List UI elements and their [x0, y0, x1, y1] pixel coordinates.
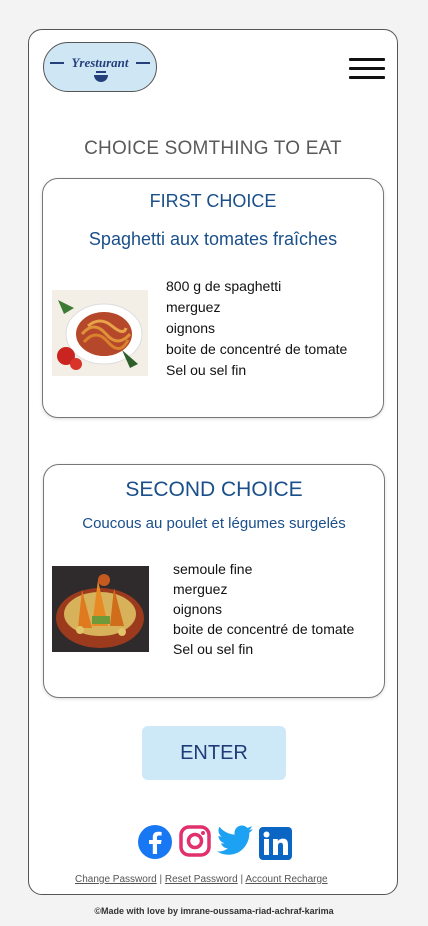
reset-password-link[interactable]: Reset Password	[165, 874, 238, 885]
ingredient-item: oignons	[166, 320, 216, 336]
ingredient-item: merguez	[173, 581, 228, 597]
instagram-icon[interactable]	[178, 824, 212, 858]
credit-text: ©Made with love by imrane-oussama-riad-a…	[94, 906, 334, 916]
account-recharge-link[interactable]: Account Recharge	[245, 874, 327, 885]
ingredient-list: 800 g de spaghetti merguez oignons boite…	[166, 276, 347, 381]
ingredient-item: merguez	[166, 299, 221, 315]
page-heading: CHOICE SOMTHING TO EAT	[84, 138, 342, 159]
restaurant-logo[interactable]: Yresturant	[43, 42, 157, 92]
app-frame: Yresturant CHOICE SOMTHING TO EAT FIRST …	[28, 29, 398, 895]
logo-text: Yresturant	[71, 55, 129, 70]
link-separator: |	[240, 874, 244, 885]
ingredient-item: oignons	[173, 601, 223, 617]
menu-bar	[349, 67, 385, 70]
twitter-icon[interactable]	[217, 824, 255, 858]
menu-bar	[349, 76, 385, 79]
link-separator: |	[159, 874, 163, 885]
ingredient-item: 800 g de spaghetti	[166, 278, 282, 294]
choice-title: FIRST CHOICE	[149, 191, 277, 211]
ingredient-item: boite de concentré de tomate	[166, 341, 348, 357]
menu-bar	[349, 58, 385, 61]
facebook-icon[interactable]	[137, 824, 173, 860]
enter-button[interactable]: ENTER	[142, 726, 286, 780]
dish-name: Spaghetti aux tomates fraîches	[88, 229, 338, 249]
ingredient-list: semoule fine merguez oignons boite de co…	[173, 559, 354, 659]
ingredient-item: semoule fine	[173, 561, 253, 577]
ingredient-item: Sel ou sel fin	[166, 362, 247, 378]
first-choice-card[interactable]: FIRST CHOICE Spaghetti aux tomates fraîc…	[42, 178, 384, 418]
second-choice-card[interactable]: SECOND CHOICE Coucous au poulet et légum…	[43, 464, 385, 698]
ingredient-item: boite de concentré de tomate	[173, 621, 355, 637]
bowl-icon	[94, 75, 108, 82]
change-password-link[interactable]: Change Password	[75, 874, 157, 885]
hamburger-menu-icon[interactable]	[349, 58, 385, 82]
ingredient-item: Sel ou sel fin	[173, 641, 254, 657]
couscous-photo	[52, 566, 149, 652]
spaghetti-photo	[52, 290, 148, 376]
linkedin-icon[interactable]	[259, 827, 292, 860]
logo-steam	[96, 71, 106, 73]
choice-title: SECOND CHOICE	[125, 478, 303, 501]
footer-links: Change Password | Reset Password | Accou…	[75, 874, 328, 885]
dish-name: Coucous au poulet et légumes surgelés	[82, 515, 346, 532]
